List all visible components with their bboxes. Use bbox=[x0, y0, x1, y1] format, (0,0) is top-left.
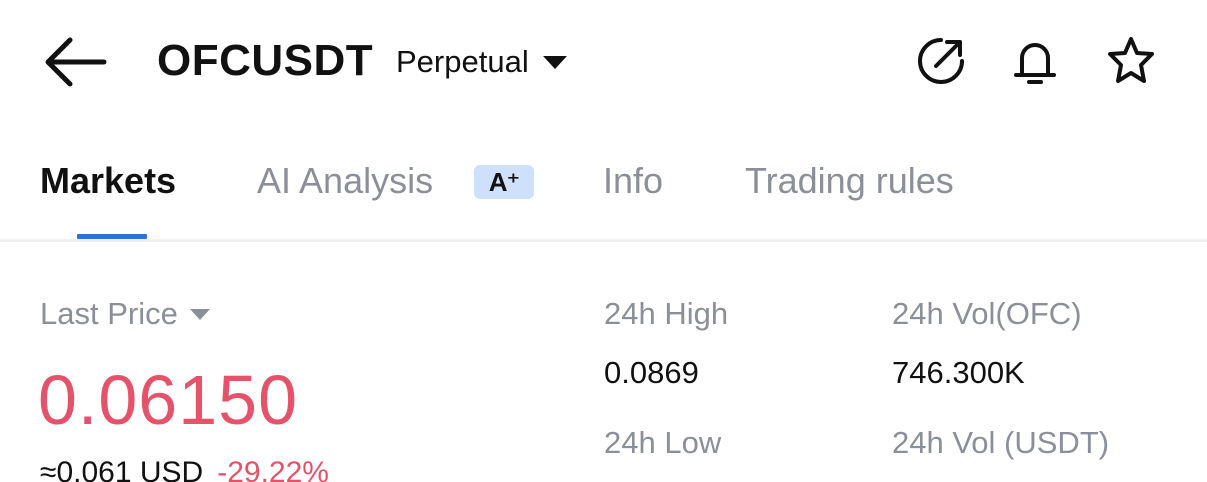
alert-button[interactable] bbox=[1008, 34, 1062, 88]
high-24h-value: 0.0869 bbox=[604, 355, 699, 390]
price-subrow: ≈0.061 USD -29.22% bbox=[40, 456, 329, 482]
pair-symbol: OFCUSDT bbox=[157, 36, 374, 85]
tab-markets[interactable]: Markets bbox=[40, 160, 176, 202]
market-detail-page: OFCUSDT Perpetual Markets AI Analysis A⁺… bbox=[0, 0, 1207, 482]
caret-down-icon bbox=[189, 308, 210, 320]
tab-info[interactable]: Info bbox=[603, 160, 663, 202]
bell-icon bbox=[1014, 43, 1056, 84]
tab-trading-rules[interactable]: Trading rules bbox=[745, 160, 954, 202]
vol-quote-24h-label: 24h Vol (USDT) bbox=[892, 425, 1110, 460]
ai-badge-icon: A⁺ bbox=[474, 165, 534, 199]
high-24h-label: 24h High bbox=[604, 296, 729, 331]
favorite-button[interactable] bbox=[1104, 34, 1158, 88]
tab-divider bbox=[0, 239, 1207, 242]
star-icon bbox=[1108, 37, 1154, 83]
approx-usd-value: ≈0.061 USD bbox=[40, 456, 204, 482]
price-change-percent: -29.22% bbox=[217, 456, 329, 482]
vol-base-24h-label: 24h Vol(OFC) bbox=[892, 296, 1082, 331]
share-button[interactable] bbox=[914, 34, 968, 88]
vol-base-24h-value: 746.300K bbox=[892, 355, 1025, 390]
share-icon bbox=[918, 38, 964, 84]
last-price-label: Last Price bbox=[40, 296, 178, 331]
back-button[interactable] bbox=[40, 32, 110, 92]
arrow-left-icon bbox=[45, 37, 107, 87]
last-price-selector[interactable]: Last Price bbox=[40, 296, 210, 332]
caret-down-icon bbox=[542, 55, 567, 69]
ai-badge-text: A⁺ bbox=[488, 166, 520, 197]
low-24h-label: 24h Low bbox=[604, 425, 722, 460]
contract-type-selector[interactable]: Perpetual bbox=[396, 44, 567, 80]
tab-ai-analysis[interactable]: AI Analysis bbox=[257, 160, 433, 202]
contract-type-label: Perpetual bbox=[396, 44, 529, 79]
last-price-value: 0.06150 bbox=[38, 361, 299, 439]
